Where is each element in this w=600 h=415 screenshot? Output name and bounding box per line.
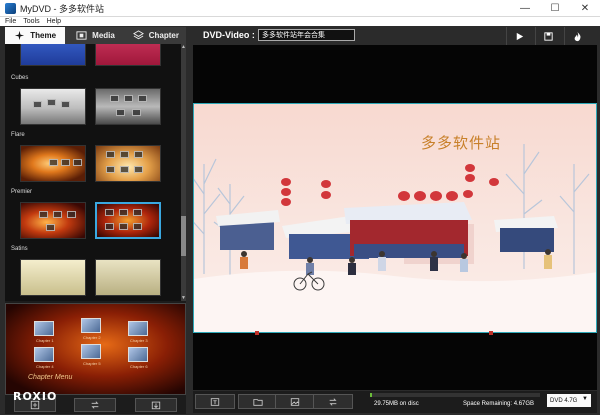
preview-chapter-thumb — [128, 347, 148, 362]
save-icon — [544, 31, 553, 41]
swap-button[interactable] — [313, 394, 353, 409]
play-icon — [516, 32, 524, 40]
preview-chapter-label: Chapter 4 — [36, 364, 54, 369]
play-button[interactable] — [506, 27, 532, 45]
theme-list-scrollbar[interactable]: ▲ ▼ — [181, 44, 186, 301]
category-label-premier: Premier — [11, 189, 33, 195]
tab-bar: Theme Media Chapter — [5, 27, 186, 44]
theme-thumbnail-satins-2[interactable] — [95, 259, 161, 296]
chevron-down-icon: ▼ — [582, 396, 588, 402]
menu-canvas[interactable]: 多多软件站 — [193, 103, 597, 333]
theme-list: Cubes Flare Premier Satins — [5, 44, 181, 301]
canvas-title-text[interactable]: 多多软件站 — [421, 132, 501, 153]
preview-chapter-label: Chapter 5 — [83, 361, 101, 366]
import-theme-button[interactable] — [134, 398, 177, 412]
tab-chapter-label: Chapter — [148, 31, 179, 40]
preview-chapter-thumb — [34, 321, 54, 336]
menu-file[interactable]: File — [5, 17, 16, 26]
resize-handle[interactable] — [255, 331, 259, 335]
disc-usage-fill — [370, 393, 372, 397]
category-label-cubes: Cubes — [11, 75, 29, 81]
flame-icon — [574, 31, 581, 41]
swap-icon — [329, 397, 337, 406]
preview-chapter-label: Chapter 3 — [130, 338, 148, 343]
disc-remaining-text: Space Remaining: 4.67GB — [463, 401, 535, 407]
status-bar: 29.75MB on disc Space Remaining: 4.67GB … — [193, 391, 597, 413]
scroll-up-arrow-icon[interactable]: ▲ — [181, 44, 186, 50]
menu-tools[interactable]: Tools — [23, 17, 39, 26]
maximize-button[interactable]: ☐ — [540, 0, 570, 17]
import-icon — [151, 401, 160, 410]
layers-icon — [132, 30, 144, 40]
tab-media-label: Media — [92, 31, 115, 40]
theme-thumbnail-flare-1[interactable] — [20, 145, 86, 182]
window-title: MyDVD - 多多软件站 — [20, 3, 104, 14]
scroll-thumb[interactable] — [181, 216, 186, 256]
theme-thumbnail[interactable] — [95, 44, 161, 66]
theme-thumbnail-premier-2-selected[interactable] — [95, 202, 161, 239]
project-name-input[interactable]: 多多软件站年会合集 — [258, 29, 355, 41]
theme-icon — [15, 30, 25, 41]
theme-thumbnail-premier-1[interactable] — [20, 202, 86, 239]
theme-thumbnail-cubes-2[interactable] — [95, 88, 161, 125]
preview-stage: 多多软件站 — [193, 45, 597, 390]
preview-chapter-thumb — [81, 318, 101, 333]
image-icon — [290, 397, 300, 406]
preview-chapter-thumb — [128, 321, 148, 336]
swap-icon — [91, 401, 99, 409]
preview-chapter-label: Chapter 1 — [36, 338, 54, 343]
tab-chapter[interactable]: Chapter — [126, 27, 186, 44]
replace-theme-button[interactable] — [74, 398, 117, 412]
project-bar: DVD-Video : 多多软件站年会合集 — [193, 27, 597, 45]
open-folder-button[interactable] — [238, 394, 278, 409]
disc-type-value: DVD 4.7G — [550, 397, 578, 404]
preview-chapter-label: Chapter 6 — [130, 364, 148, 369]
theme-thumbnail[interactable] — [20, 44, 86, 66]
minimize-button[interactable]: — — [510, 0, 540, 17]
left-panel: Theme Media Chapter Cubes Flare Premier … — [5, 27, 186, 414]
category-label-satins: Satins — [11, 246, 28, 252]
preview-chapter-menu-label: Chapter Menu — [28, 374, 73, 381]
title-bar: MyDVD - 多多软件站 — ☐ ✕ — [0, 0, 600, 17]
preview-chapter-thumb — [81, 344, 101, 359]
theme-thumbnail-cubes-1[interactable] — [20, 88, 86, 125]
text-box-icon — [210, 397, 220, 406]
tab-theme[interactable]: Theme — [5, 27, 66, 44]
preview-chapter-label: Chapter 2 — [83, 335, 101, 340]
disc-type-select[interactable]: DVD 4.7G ▼ — [547, 394, 591, 407]
theme-thumbnail-satins-1[interactable] — [20, 259, 86, 296]
resize-handle[interactable] — [489, 331, 493, 335]
folder-icon — [253, 398, 263, 406]
canvas-illustration — [194, 144, 596, 332]
tab-media[interactable]: Media — [65, 27, 125, 44]
scroll-down-arrow-icon[interactable]: ▼ — [181, 295, 186, 301]
film-icon — [76, 31, 87, 40]
save-button[interactable] — [535, 27, 561, 45]
menu-help[interactable]: Help — [47, 17, 61, 26]
background-image-button[interactable] — [275, 394, 315, 409]
tab-theme-label: Theme — [30, 31, 57, 40]
add-text-button[interactable] — [195, 394, 235, 409]
theme-thumbnail-flare-2[interactable] — [95, 145, 161, 182]
menu-bar: File Tools Help — [0, 17, 600, 26]
close-button[interactable]: ✕ — [570, 0, 600, 17]
roxio-logo: ROXIO — [13, 390, 58, 403]
project-type-label: DVD-Video : — [203, 30, 255, 40]
disc-usage-bar — [370, 393, 540, 397]
theme-preview: Chapter 1 Chapter 2 Chapter 3 Chapter 4 … — [5, 303, 186, 395]
disc-used-text: 29.75MB on disc — [374, 401, 419, 407]
burn-button[interactable] — [564, 27, 590, 45]
preview-chapter-thumb — [34, 347, 54, 362]
category-label-flare: Flare — [11, 132, 25, 138]
app-icon — [5, 2, 16, 14]
